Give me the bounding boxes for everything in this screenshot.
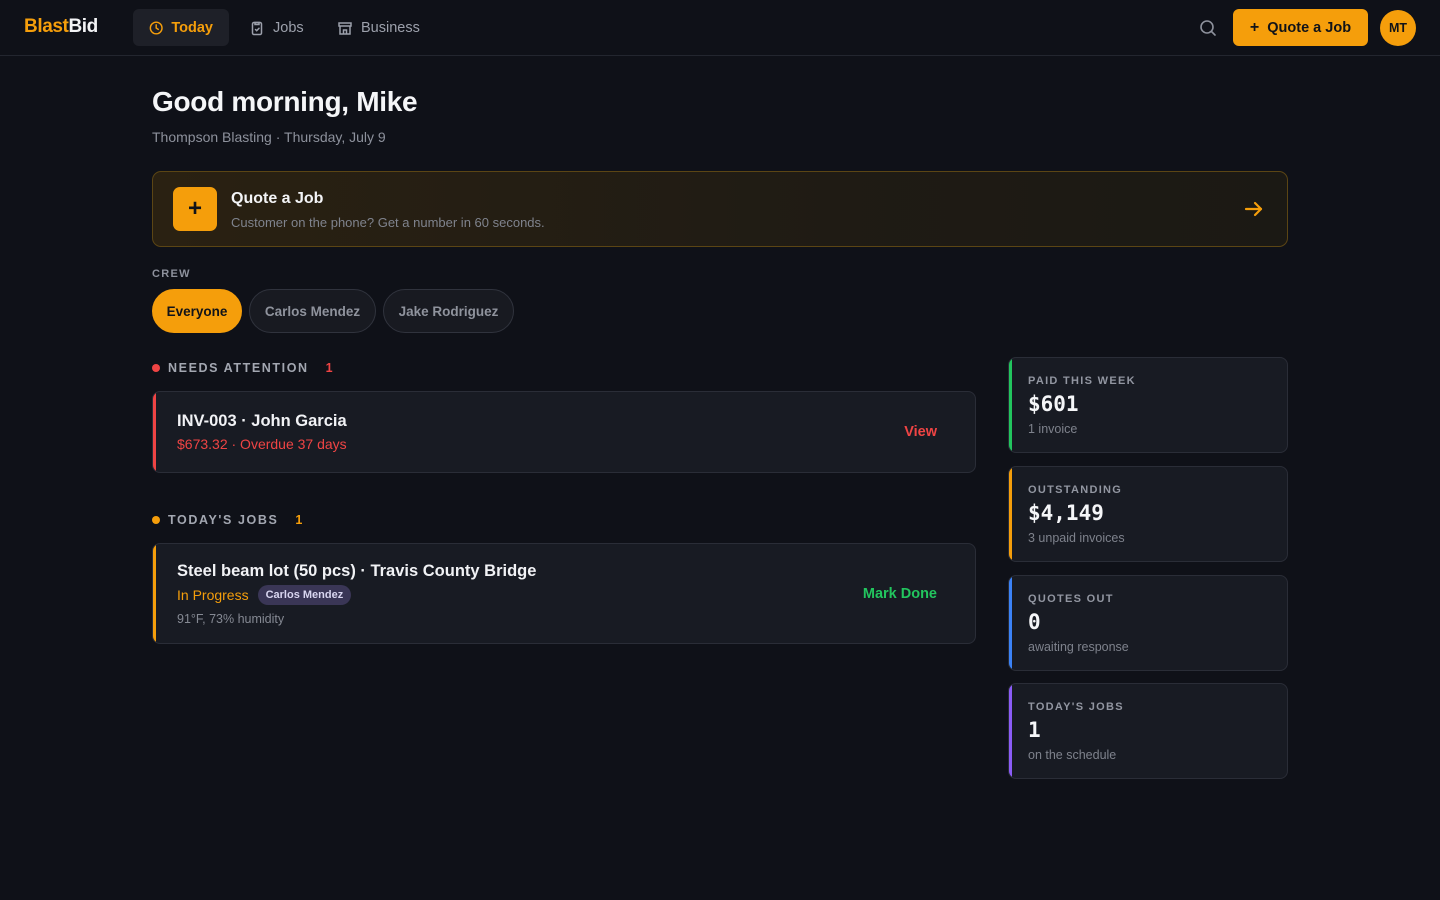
stat-quotes-out: QUOTES OUT 0 awaiting response [1008,575,1288,671]
stat-subtext: awaiting response [1028,640,1129,654]
plus-icon: + [173,187,217,231]
banner-title: Quote a Job [231,190,324,207]
storefront-icon [338,21,352,35]
crew-chip-carlos-mendez[interactable]: Carlos Mendez [249,289,376,333]
job-weather: 91°F, 73% humidity [177,612,285,626]
quote-job-button[interactable]: + Quote a Job [1233,9,1368,46]
tab-jobs[interactable]: Jobs [233,9,320,46]
job-card[interactable]: Steel beam lot (50 pcs) · Travis County … [152,543,976,644]
status-dot [152,364,160,372]
stat-paid-this-week: PAID THIS WEEK $601 1 invoice [1008,357,1288,453]
tab-business[interactable]: Business [321,9,436,46]
view-button[interactable]: View [904,424,937,440]
brand-logo[interactable]: BlastBid [24,16,98,38]
card-accent [153,392,156,472]
needs-attention-header: NEEDS ATTENTION 1 [152,360,333,376]
page-title: Good morning, Mike [152,86,418,117]
stat-subtext: 1 invoice [1028,422,1078,436]
stat-value: $601 [1028,392,1079,416]
crew-chip-jake-rodriguez[interactable]: Jake Rodriguez [383,289,514,333]
tab-jobs-label: Jobs [273,19,304,36]
invoice-title: INV-003 · John Garcia [177,412,347,430]
section-title: TODAY'S JOBS [168,513,279,527]
mark-done-button[interactable]: Mark Done [863,586,937,602]
job-status: In Progress [177,587,249,603]
stat-value: 0 [1028,610,1041,634]
stat-accent [1009,684,1012,778]
stat-accent [1009,467,1012,561]
page-subtitle: Thompson Blasting · Thursday, July 9 [152,129,386,145]
todays-jobs-header: TODAY'S JOBS 1 [152,512,302,528]
clock-icon [149,20,163,35]
avatar[interactable]: MT [1380,10,1416,46]
stat-accent [1009,358,1012,452]
quote-job-button-label: Quote a Job [1267,19,1352,36]
section-count: 1 [325,361,333,375]
clipboard-icon [251,21,263,35]
banner-subtitle: Customer on the phone? Get a number in 6… [231,215,545,230]
stat-label: QUOTES OUT [1028,593,1114,605]
attention-card[interactable]: INV-003 · John Garcia $673.32 · Overdue … [152,391,976,473]
tab-today[interactable]: Today [133,9,229,46]
search-icon [1200,20,1216,36]
crew-badge: Carlos Mendez [257,585,352,605]
stat-value: $4,149 [1028,501,1104,525]
stat-value: 1 [1028,718,1041,742]
invoice-detail: $673.32 · Overdue 37 days [177,436,347,452]
job-status-line: In Progress Carlos Mendez [177,585,352,605]
stat-todays-jobs: TODAY'S JOBS 1 on the schedule [1008,683,1288,779]
stat-subtext: 3 unpaid invoices [1028,531,1125,545]
plus-icon: + [1249,18,1260,36]
crew-chip-everyone[interactable]: Everyone [152,289,242,333]
stat-accent [1009,576,1012,670]
stat-outstanding: OUTSTANDING $4,149 3 unpaid invoices [1008,466,1288,562]
stat-subtext: on the schedule [1028,748,1117,762]
tab-business-label: Business [361,19,420,36]
stat-label: OUTSTANDING [1028,484,1123,496]
top-nav: BlastBid Today Jobs Business + Quote a J… [0,0,1440,56]
section-count: 1 [295,513,303,527]
tab-today-label: Today [171,19,213,36]
stat-label: TODAY'S JOBS [1028,701,1124,713]
stat-label: PAID THIS WEEK [1028,375,1136,387]
crew-label: CREW [152,268,191,280]
arrow-right-icon [1244,201,1263,217]
card-accent [153,544,156,643]
section-title: NEEDS ATTENTION [168,361,309,375]
status-dot [152,516,160,524]
search-button[interactable] [1196,16,1220,40]
quote-job-banner[interactable]: + Quote a Job Customer on the phone? Get… [152,171,1288,247]
job-title: Steel beam lot (50 pcs) · Travis County … [177,562,537,580]
